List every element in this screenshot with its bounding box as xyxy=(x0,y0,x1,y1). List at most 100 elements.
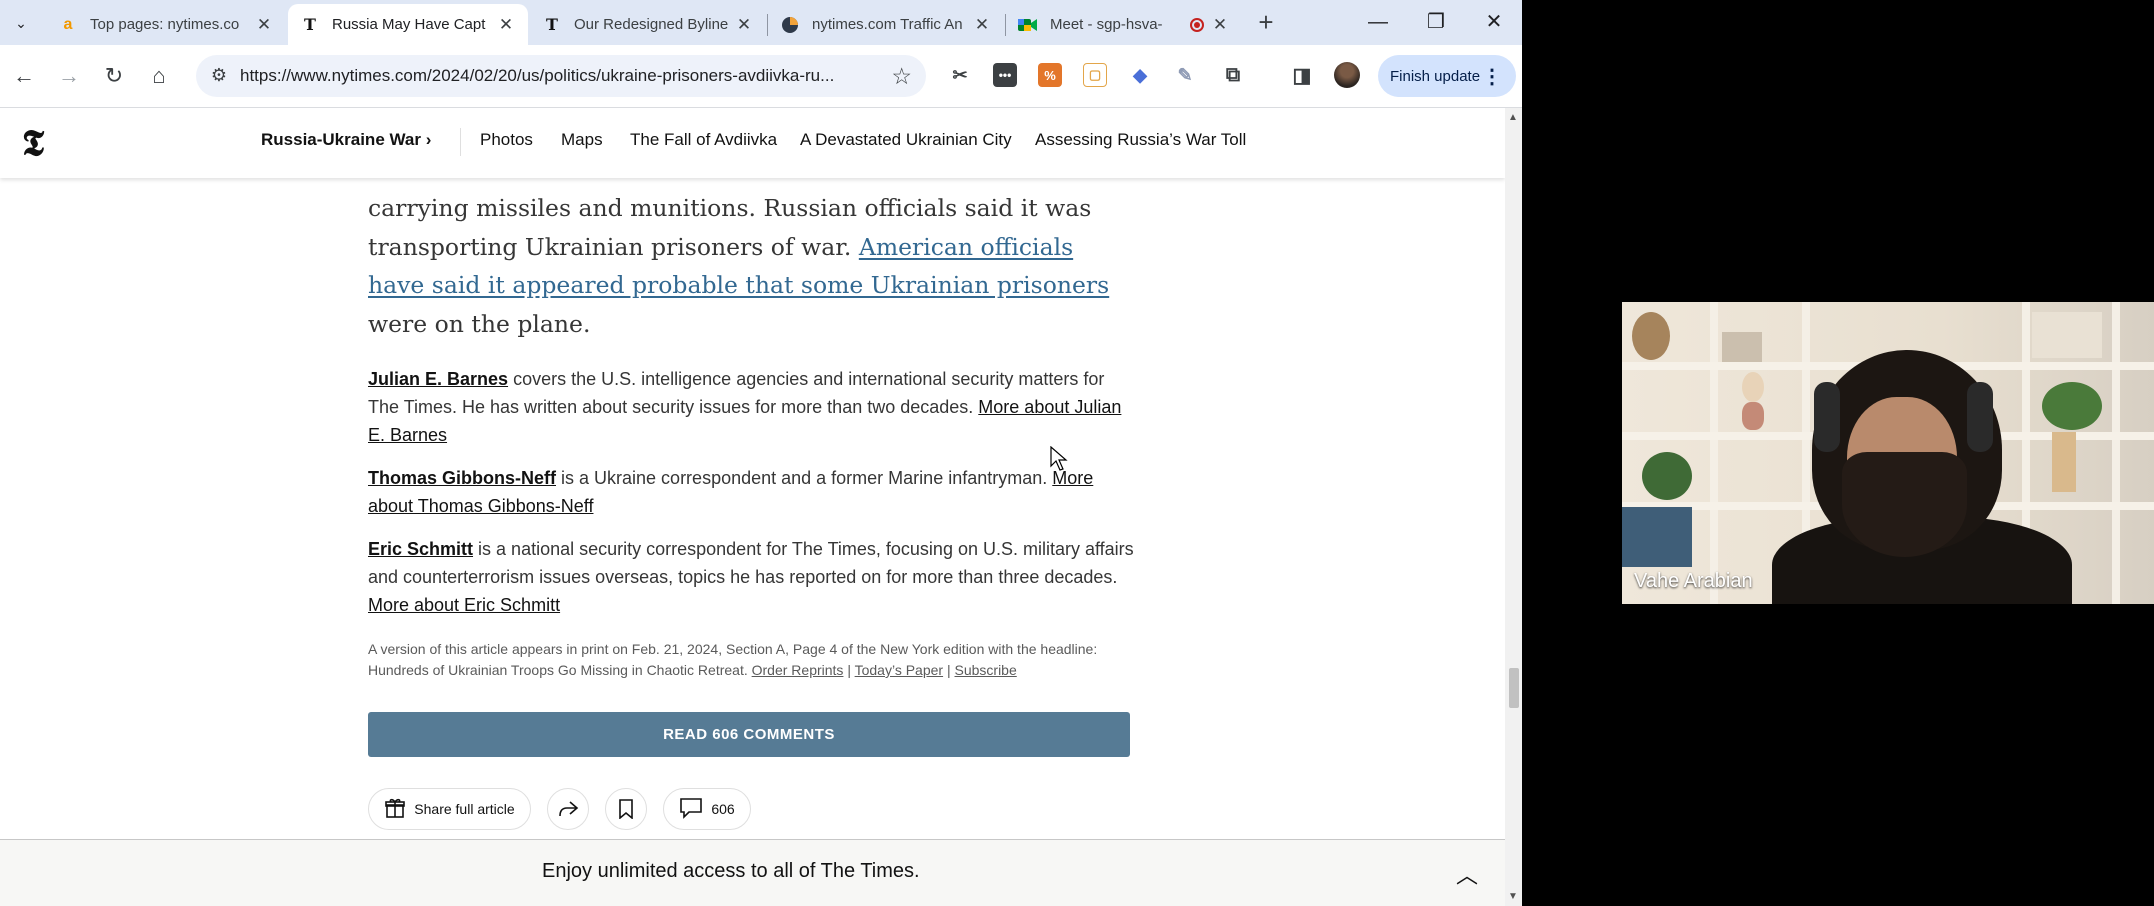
share-icon[interactable] xyxy=(547,788,589,830)
author-name-link[interactable]: Thomas Gibbons-Neff xyxy=(368,468,556,488)
scrollbar-thumb[interactable] xyxy=(1509,668,1519,708)
close-tab-icon[interactable]: ✕ xyxy=(1210,15,1230,35)
tab-title: Our Redesigned Byline xyxy=(574,16,728,33)
tab-title: Top pages: nytimes.co xyxy=(90,16,240,33)
article-paragraph: carrying missiles and munitions. Russian… xyxy=(368,189,1128,343)
close-tab-icon[interactable]: ✕ xyxy=(254,15,274,35)
pen-extension-icon[interactable]: ✎ xyxy=(1173,63,1197,87)
author-bio: Julian E. Barnes covers the U.S. intelli… xyxy=(368,365,1138,449)
tab-title: Russia May Have Capt xyxy=(332,16,486,33)
decor-vase xyxy=(2052,432,2076,492)
scroll-up-arrow-icon[interactable]: ▲ xyxy=(1508,112,1518,123)
page-extension-icon[interactable]: ▢ xyxy=(1083,63,1107,87)
site-info-icon[interactable]: ⚙ xyxy=(208,65,230,87)
author-name-link[interactable]: Julian E. Barnes xyxy=(368,369,508,389)
web-page: 𝕿 Russia-Ukraine War › Photos Maps The F… xyxy=(0,108,1505,906)
author-name-link[interactable]: Eric Schmitt xyxy=(368,539,473,559)
extensions-puzzle-icon[interactable]: ⧉ xyxy=(1221,63,1245,87)
tab-redesigned-byline[interactable]: T Our Redesigned Byline ✕ xyxy=(530,4,766,45)
order-reprints-link[interactable]: Order Reprints xyxy=(752,662,844,678)
close-window-icon[interactable]: ✕ xyxy=(1464,6,1522,38)
mouse-cursor-icon xyxy=(1050,446,1068,471)
diamond-extension-icon[interactable]: ◆ xyxy=(1128,63,1152,87)
participant-beard xyxy=(1842,452,1967,557)
browser-toolbar: ← → ↻ ⌂ ⚙ https://www.nytimes.com/2024/0… xyxy=(0,45,1522,108)
nyt-favicon-icon: T xyxy=(546,15,558,34)
scroll-down-arrow-icon[interactable]: ▼ xyxy=(1508,891,1518,902)
side-panel-icon[interactable]: ◨ xyxy=(1290,63,1314,87)
todays-paper-link[interactable]: Today’s Paper xyxy=(855,662,943,678)
comment-bubble-icon xyxy=(679,797,703,822)
ahrefs-favicon-icon: a xyxy=(63,15,73,33)
close-tab-icon[interactable]: ✕ xyxy=(734,15,754,35)
decor-books xyxy=(1622,507,1692,567)
close-tab-icon[interactable]: ✕ xyxy=(972,15,992,35)
bookmark-icon[interactable] xyxy=(605,788,647,830)
url-text[interactable]: https://www.nytimes.com/2024/02/20/us/po… xyxy=(240,66,834,86)
dots-extension-icon[interactable]: ••• xyxy=(993,63,1017,87)
decor-basket xyxy=(1632,312,1670,360)
minimize-icon[interactable]: — xyxy=(1348,6,1408,38)
reload-icon[interactable]: ↻ xyxy=(97,59,131,93)
tab-russia-article[interactable]: T Russia May Have Capt ✕ xyxy=(288,4,528,45)
tab-title: Meet - sgp-hsva- xyxy=(1050,16,1163,33)
more-about-author-link[interactable]: More about Eric Schmitt xyxy=(368,595,560,615)
nyt-logo-icon[interactable]: 𝕿 xyxy=(22,122,44,165)
headphones-icon xyxy=(1967,382,1993,452)
author-bio: Eric Schmitt is a national security corr… xyxy=(368,535,1138,619)
subscription-message: Enjoy unlimited access to all of The Tim… xyxy=(542,860,920,882)
page-scrollbar[interactable]: ▲ ▼ xyxy=(1505,108,1522,906)
shelf-post xyxy=(1710,302,1718,604)
nav-link-fall-of-avdiivka[interactable]: The Fall of Avdiivka xyxy=(630,130,777,150)
headphones-icon xyxy=(1814,382,1840,452)
close-tab-icon[interactable]: ✕ xyxy=(496,15,516,35)
nav-link-war-toll[interactable]: Assessing Russia’s War Toll xyxy=(1035,130,1246,150)
decor-frame xyxy=(2032,312,2102,358)
nav-link-devastated-city[interactable]: A Devastated Ukrainian City xyxy=(800,130,1012,150)
nav-link-photos[interactable]: Photos xyxy=(480,130,533,150)
decor-books xyxy=(1722,332,1762,362)
new-tab-button[interactable]: + xyxy=(1250,6,1282,38)
decor-vase xyxy=(1742,402,1764,430)
meet-icon xyxy=(1018,15,1038,35)
subscription-banner[interactable]: Enjoy unlimited access to all of The Tim… xyxy=(0,839,1505,906)
nav-link-maps[interactable]: Maps xyxy=(561,130,603,150)
address-bar[interactable]: ⚙ https://www.nytimes.com/2024/02/20/us/… xyxy=(196,55,926,97)
tab-top-pages[interactable]: a Top pages: nytimes.co ✕ xyxy=(46,4,286,45)
bookmark-star-icon[interactable]: ☆ xyxy=(891,63,912,90)
tab-meet[interactable]: Meet - sgp-hsva- ✕ xyxy=(1006,4,1242,45)
video-call-tile: Vahe Arabian xyxy=(1622,302,2154,604)
comments-count-button[interactable]: 606 xyxy=(663,788,751,830)
back-arrow-icon[interactable]: ← xyxy=(7,59,41,93)
share-full-article-button[interactable]: Share full article xyxy=(368,788,531,830)
tab-title: nytimes.com Traffic An xyxy=(812,16,963,33)
nyt-favicon-icon: T xyxy=(304,15,316,34)
tab-search-chevron-icon[interactable]: ⌄ xyxy=(6,8,36,38)
chevron-up-icon[interactable]: ︿ xyxy=(1456,858,1478,890)
pie-icon xyxy=(780,15,800,35)
tab-traffic[interactable]: nytimes.com Traffic An ✕ xyxy=(768,4,1004,45)
profile-avatar[interactable] xyxy=(1334,62,1360,88)
percent-extension-icon[interactable]: % xyxy=(1038,63,1062,87)
decor-plant xyxy=(2042,382,2102,430)
nyt-section-nav: 𝕿 Russia-Ukraine War › Photos Maps The F… xyxy=(0,108,1505,178)
home-icon[interactable]: ⌂ xyxy=(142,59,176,93)
print-edition-note: A version of this article appears in pri… xyxy=(368,641,1098,678)
browser-window: ⌄ a Top pages: nytimes.co ✕ T Russia May… xyxy=(0,0,1522,906)
author-bio-text: is a Ukraine correspondent and a former … xyxy=(561,468,1048,488)
decor-lamp xyxy=(1742,372,1764,402)
paragraph-text: were on the plane. xyxy=(368,309,591,338)
nav-section-russia-ukraine-war[interactable]: Russia-Ukraine War › xyxy=(261,130,431,150)
gift-icon xyxy=(384,797,406,822)
restore-icon[interactable]: ❐ xyxy=(1406,6,1466,38)
subscribe-link[interactable]: Subscribe xyxy=(955,662,1017,678)
finish-update-button[interactable]: Finish update ⋮ xyxy=(1378,55,1516,97)
scissors-extension-icon[interactable]: ✂ xyxy=(948,63,972,87)
more-menu-icon[interactable]: ⋮ xyxy=(1482,64,1502,89)
recording-icon xyxy=(1190,17,1204,32)
forward-arrow-icon[interactable]: → xyxy=(52,59,86,93)
decor-plant xyxy=(1642,452,1692,500)
comment-count: 606 xyxy=(711,801,735,817)
read-comments-button[interactable]: READ 606 COMMENTS xyxy=(368,712,1130,757)
shelf-post xyxy=(2112,302,2120,604)
